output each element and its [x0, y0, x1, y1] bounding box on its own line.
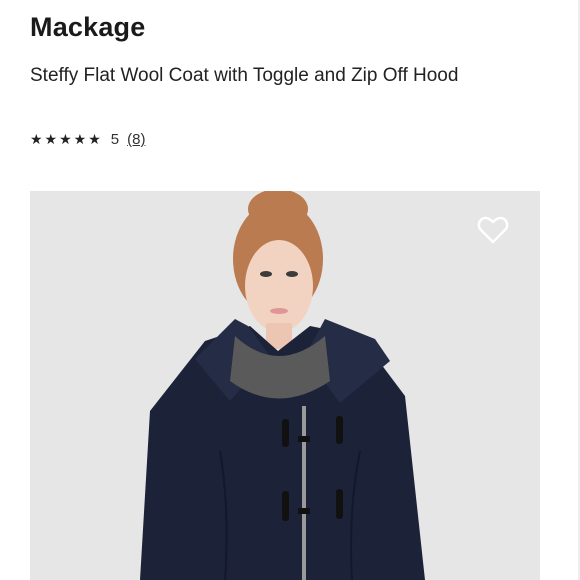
favorite-button[interactable] [476, 213, 510, 247]
heart-outline-icon [477, 216, 509, 244]
product-image[interactable] [30, 191, 540, 580]
model-coat-illustration [30, 191, 540, 580]
rating-stars: ★★★★★ [30, 131, 103, 147]
brand-name[interactable]: Mackage [30, 12, 145, 43]
rating-value: 5 [110, 131, 120, 148]
product-title: Steffy Flat Wool Coat with Toggle and Zi… [30, 65, 459, 86]
rating-summary[interactable]: ★★★★★ 5 (8) [30, 131, 145, 148]
product-page: Mackage Steffy Flat Wool Coat with Toggl… [0, 0, 580, 580]
rating-count-link[interactable]: (8) [127, 131, 145, 148]
